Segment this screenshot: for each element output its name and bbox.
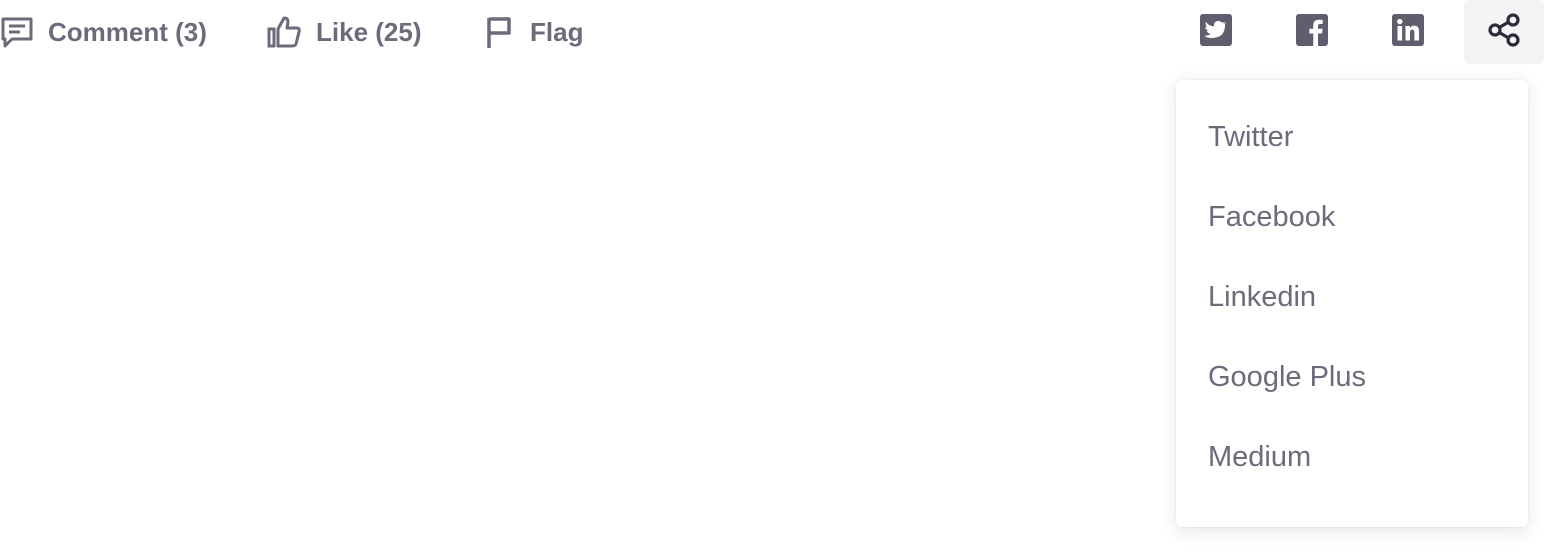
linkedin-icon: [1391, 13, 1425, 52]
share-menu-button[interactable]: [1464, 0, 1544, 64]
share-menu-item-medium[interactable]: Medium: [1208, 433, 1311, 481]
like-button[interactable]: Like (25): [266, 10, 422, 54]
share-icon: [1486, 12, 1522, 53]
post-action-bar: Comment (3) Like (25) Flag: [0, 0, 1556, 64]
comment-label: Comment (3): [48, 16, 207, 47]
comment-button[interactable]: Comment (3): [0, 10, 207, 54]
twitter-icon: [1199, 13, 1233, 52]
flag-label: Flag: [530, 16, 584, 47]
thumbs-up-icon: [266, 14, 302, 50]
share-menu-item-google-plus[interactable]: Google Plus: [1208, 353, 1366, 401]
share-menu-item-facebook[interactable]: Facebook: [1208, 193, 1335, 241]
share-linkedin-button[interactable]: [1368, 0, 1448, 64]
facebook-icon: [1295, 13, 1329, 52]
like-label: Like (25): [316, 16, 422, 47]
comment-icon: [0, 15, 34, 49]
share-menu-item-twitter[interactable]: Twitter: [1208, 113, 1293, 161]
share-menu-item-linkedin[interactable]: Linkedin: [1208, 273, 1316, 321]
share-twitter-button[interactable]: [1176, 0, 1256, 64]
flag-button[interactable]: Flag: [484, 10, 583, 54]
flag-icon: [484, 15, 514, 49]
share-dropdown-menu: Twitter Facebook Linkedin Google Plus Me…: [1176, 80, 1528, 527]
share-facebook-button[interactable]: [1272, 0, 1352, 64]
